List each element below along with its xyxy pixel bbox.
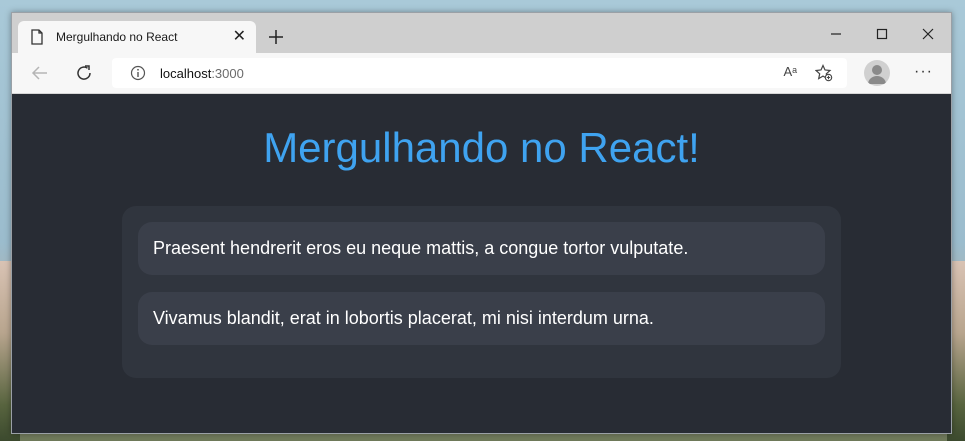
maximize-icon	[876, 28, 888, 40]
avatar-icon	[868, 65, 886, 84]
page-icon	[31, 29, 43, 45]
maximize-button[interactable]	[870, 23, 894, 45]
list-item-text: Vivamus blandit, erat in lobortis placer…	[153, 308, 654, 328]
new-tab-button[interactable]	[264, 25, 288, 49]
tab-close-icon[interactable]: ✕	[233, 29, 246, 45]
favorite-add-icon[interactable]	[815, 64, 833, 82]
page-title: Mergulhando no React!	[263, 124, 700, 171]
more-menu-icon[interactable]: ···	[914, 63, 933, 81]
read-aloud-icon[interactable]: Aᵃ	[783, 64, 797, 79]
minimize-icon	[831, 33, 841, 35]
close-icon	[922, 28, 934, 40]
list-item: Praesent hendrerit eros eu neque mattis,…	[138, 222, 825, 275]
tab-title: Mergulhando no React	[56, 30, 178, 44]
info-icon[interactable]	[130, 65, 146, 81]
url-port: :3000	[211, 65, 244, 81]
reload-icon	[77, 65, 91, 80]
page-content: Mergulhando no React! Praesent hendrerit…	[12, 94, 951, 433]
list-item-text: Praesent hendrerit eros eu neque mattis,…	[153, 238, 689, 258]
reload-button[interactable]	[72, 61, 96, 85]
url-host: localhost	[160, 65, 212, 81]
tab-active[interactable]: Mergulhando no React ✕	[18, 21, 256, 53]
browser-toolbar: localhost:3000 Aᵃ ···	[12, 53, 951, 94]
list-item: Vivamus blandit, erat in lobortis placer…	[138, 292, 825, 345]
browser-window: Mergulhando no React ✕ localhost:3000 Aᵃ…	[11, 12, 952, 434]
back-button[interactable]	[28, 61, 52, 85]
window-close-button[interactable]	[916, 23, 940, 45]
profile-avatar[interactable]	[864, 60, 890, 86]
address-bar[interactable]: localhost:3000 Aᵃ	[112, 58, 847, 88]
address-url: localhost:3000	[160, 66, 244, 81]
tab-bar: Mergulhando no React ✕	[12, 13, 951, 53]
plus-icon	[269, 30, 283, 44]
minimize-button[interactable]	[824, 23, 848, 45]
back-arrow-icon	[31, 66, 47, 80]
content-card: Praesent hendrerit eros eu neque mattis,…	[122, 206, 841, 378]
